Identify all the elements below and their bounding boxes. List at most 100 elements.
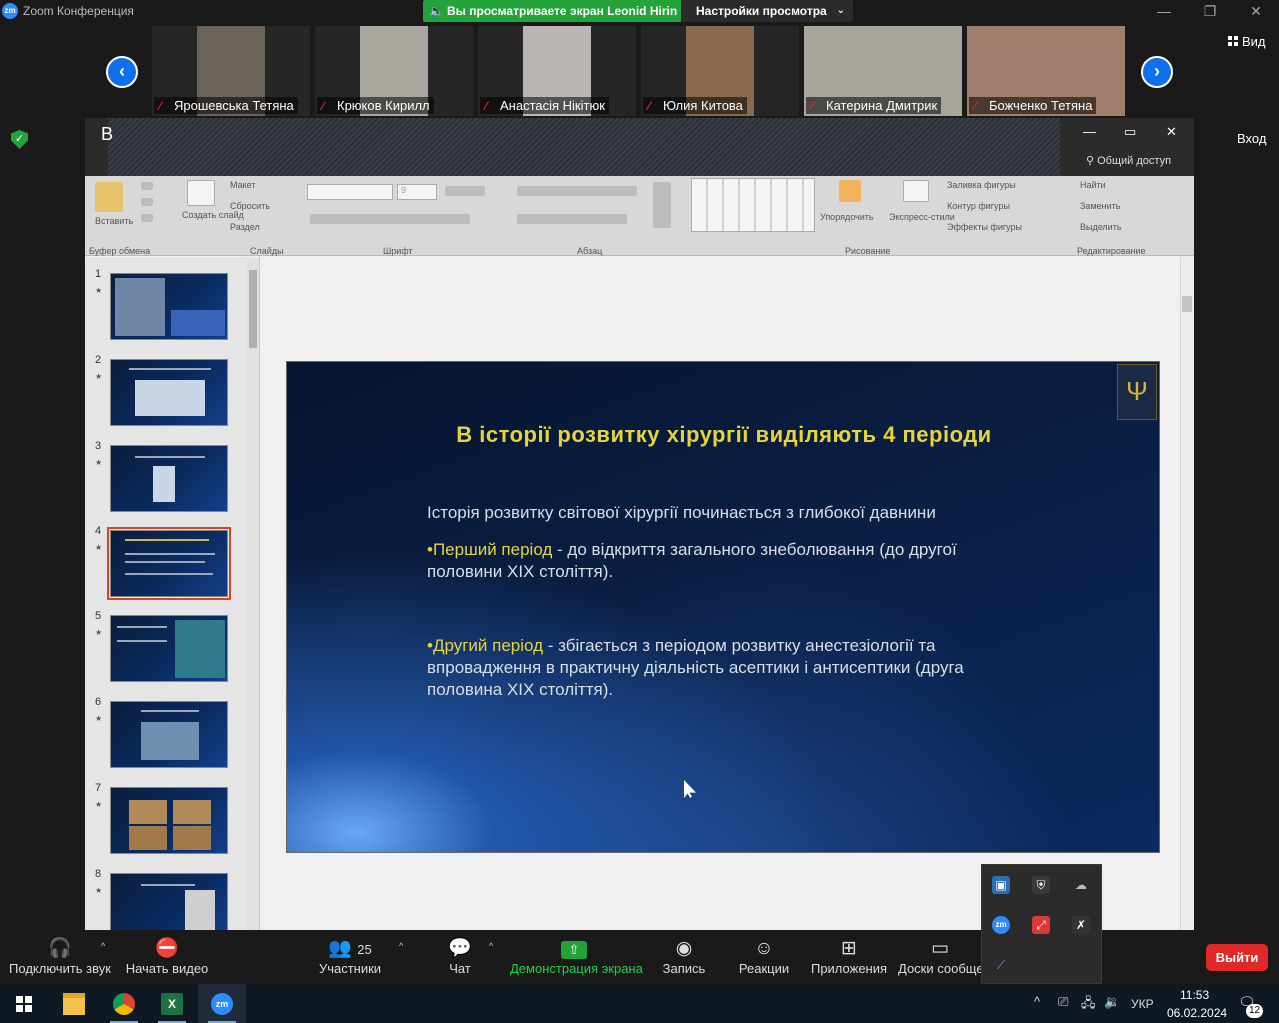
slide-thumbnail[interactable]: [110, 701, 228, 768]
arrange-icon[interactable]: [839, 180, 861, 202]
slide-thumbnail[interactable]: [110, 273, 228, 340]
gallery-next-button[interactable]: ›: [1141, 56, 1173, 88]
participant-tile[interactable]: ⁄ Ярошевська Тетяна: [152, 26, 310, 116]
shapes-gallery[interactable]: [691, 178, 815, 232]
participant-tile[interactable]: ⁄ Божченко Тетяна: [967, 26, 1125, 116]
slide-thumbnail[interactable]: [110, 873, 228, 930]
paste-icon[interactable]: [95, 182, 123, 212]
meet-now-icon[interactable]: ⎚: [1058, 994, 1068, 1010]
font-format-icons[interactable]: [310, 214, 470, 224]
new-slide-label: Создать слайд: [182, 210, 244, 220]
participant-name: Катерина Дмитрик: [826, 98, 938, 113]
pp-share-button[interactable]: ⚲ Общий доступ: [1080, 150, 1186, 172]
slide-number: 3: [95, 440, 102, 452]
participant-tile[interactable]: ⁄ Катерина Дмитрик: [804, 26, 962, 116]
minimize-button[interactable]: —: [1141, 0, 1187, 22]
shape-effects-button[interactable]: Эффекты фигуры: [947, 222, 1022, 232]
chat-button[interactable]: 💬 Чат: [440, 937, 480, 981]
audio-options-caret[interactable]: ^: [101, 941, 105, 951]
reset-button[interactable]: Сбросить: [230, 201, 270, 211]
pp-close-icon[interactable]: ✕: [1166, 124, 1177, 140]
cut-icon[interactable]: [141, 182, 153, 190]
record-button[interactable]: ◉ Запись: [660, 937, 708, 981]
slide-thumbnail-selected[interactable]: [107, 527, 231, 600]
replace-button[interactable]: Заменить: [1080, 201, 1120, 211]
windows-start-icon[interactable]: [16, 996, 32, 1012]
format-painter-icon[interactable]: [141, 214, 153, 222]
language-indicator[interactable]: УКР: [1131, 997, 1154, 1011]
slide-scrollbar[interactable]: [1180, 257, 1194, 930]
taskbar-chrome[interactable]: [100, 984, 148, 1023]
zoom-tray-icon[interactable]: zm: [992, 916, 1010, 934]
network-icon[interactable]: 🖧: [1081, 994, 1096, 1016]
participant-tile[interactable]: ⁄ Юлия Китова: [641, 26, 799, 116]
network-monitor-icon[interactable]: ▣: [992, 876, 1010, 894]
quick-styles-icon[interactable]: [903, 180, 929, 202]
clock-date[interactable]: 06.02.2024: [1167, 1006, 1227, 1020]
taskbar-file-explorer[interactable]: [50, 984, 98, 1023]
paragraph-list-icons[interactable]: [517, 186, 637, 196]
whiteboards-button[interactable]: ▭ Доски сообще: [898, 937, 982, 981]
pp-maximize-icon[interactable]: ▭: [1124, 124, 1136, 140]
app-tray-icon[interactable]: ✗: [1072, 916, 1090, 934]
onedrive-offline-icon[interactable]: ☁: [1072, 876, 1090, 894]
layout-button[interactable]: Макет: [230, 180, 255, 190]
find-button[interactable]: Найти: [1080, 180, 1106, 190]
slide-thumbnail[interactable]: [110, 615, 228, 682]
slide-thumbnail[interactable]: [110, 445, 228, 512]
taskbar-zoom[interactable]: zm: [198, 984, 246, 1023]
taskbar-excel[interactable]: X: [148, 984, 196, 1023]
slide-scrollbar-thumb[interactable]: [1182, 296, 1192, 312]
close-button[interactable]: ✕: [1233, 0, 1279, 22]
reactions-button[interactable]: ☺ Реакции: [738, 937, 790, 981]
clock-time[interactable]: 11:53: [1180, 988, 1209, 1002]
ribbon-group-editing: Редактирование: [1077, 246, 1146, 256]
participant-tile[interactable]: ⁄ Крюков Кирилл: [315, 26, 473, 116]
animation-star-icon: ★: [95, 458, 103, 467]
slide-number: 5: [95, 610, 102, 622]
font-name-field[interactable]: [307, 184, 393, 200]
view-options-dropdown[interactable]: Настройки просмотра ⌄: [681, 0, 853, 22]
reactions-label: Реакции: [738, 961, 790, 976]
shape-fill-button[interactable]: Заливка фигуры: [947, 180, 1016, 190]
gallery-prev-button[interactable]: ‹: [106, 56, 138, 88]
chat-caret[interactable]: ^: [489, 941, 493, 951]
volume-icon[interactable]: 🔉: [1104, 994, 1120, 1010]
current-slide[interactable]: Ψ В історії розвитку хірургії виділяють …: [286, 361, 1160, 853]
security-center-icon[interactable]: ⛨: [1032, 876, 1050, 894]
apps-button[interactable]: ⊞ Приложения: [810, 937, 888, 981]
join-audio-button[interactable]: 🎧 Подключить звук: [8, 937, 112, 981]
start-video-button[interactable]: ⛔ Начать видео: [122, 937, 212, 981]
signin-button[interactable]: Вход: [1237, 131, 1266, 146]
restore-button[interactable]: ❐: [1187, 0, 1233, 22]
copy-icon[interactable]: [141, 198, 153, 206]
share-screen-button[interactable]: ⇧ Демонстрация экрана: [510, 937, 643, 981]
slide-thumbnail[interactable]: [110, 359, 228, 426]
new-slide-icon[interactable]: [187, 180, 215, 206]
security-shield-icon[interactable]: ✓: [11, 130, 28, 149]
font-grow-shrink-icons[interactable]: [445, 186, 485, 196]
participant-tile[interactable]: ⁄ Анастасія Нікітюк: [478, 26, 636, 116]
paragraph-align-icons[interactable]: [517, 214, 627, 224]
participants-button[interactable]: 👥 25 Участники: [316, 937, 384, 981]
screen-share-banner[interactable]: 🔈 Вы просматриваете экран Leonid Hirin: [423, 0, 681, 22]
section-button[interactable]: Раздел: [230, 222, 260, 232]
text-direction-icons[interactable]: [653, 182, 671, 228]
shape-outline-button[interactable]: Контур фигуры: [947, 201, 1010, 211]
feather-icon[interactable]: ⟋: [992, 956, 1010, 974]
leave-button[interactable]: Выйти: [1206, 944, 1268, 971]
slide-thumbnail[interactable]: [110, 787, 228, 854]
acrobat-icon[interactable]: ⤢: [1032, 916, 1050, 934]
select-button[interactable]: Выделить: [1080, 222, 1122, 232]
participants-caret[interactable]: ^: [399, 941, 403, 951]
thumbnail-scrollbar[interactable]: [247, 259, 259, 930]
notifications-count: 12: [1246, 1004, 1263, 1018]
pp-minimize-icon[interactable]: —: [1083, 124, 1096, 139]
participant-nameplate: ⁄ Юлия Китова: [643, 97, 747, 114]
show-hidden-icons[interactable]: ^: [1034, 994, 1040, 1009]
thumbnail-scrollbar-thumb[interactable]: [249, 270, 257, 348]
font-size-field[interactable]: 9: [397, 184, 437, 200]
participant-nameplate: ⁄ Крюков Кирилл: [317, 97, 434, 114]
thumb-text-line: [125, 561, 205, 563]
view-button[interactable]: Вид: [1228, 34, 1266, 49]
